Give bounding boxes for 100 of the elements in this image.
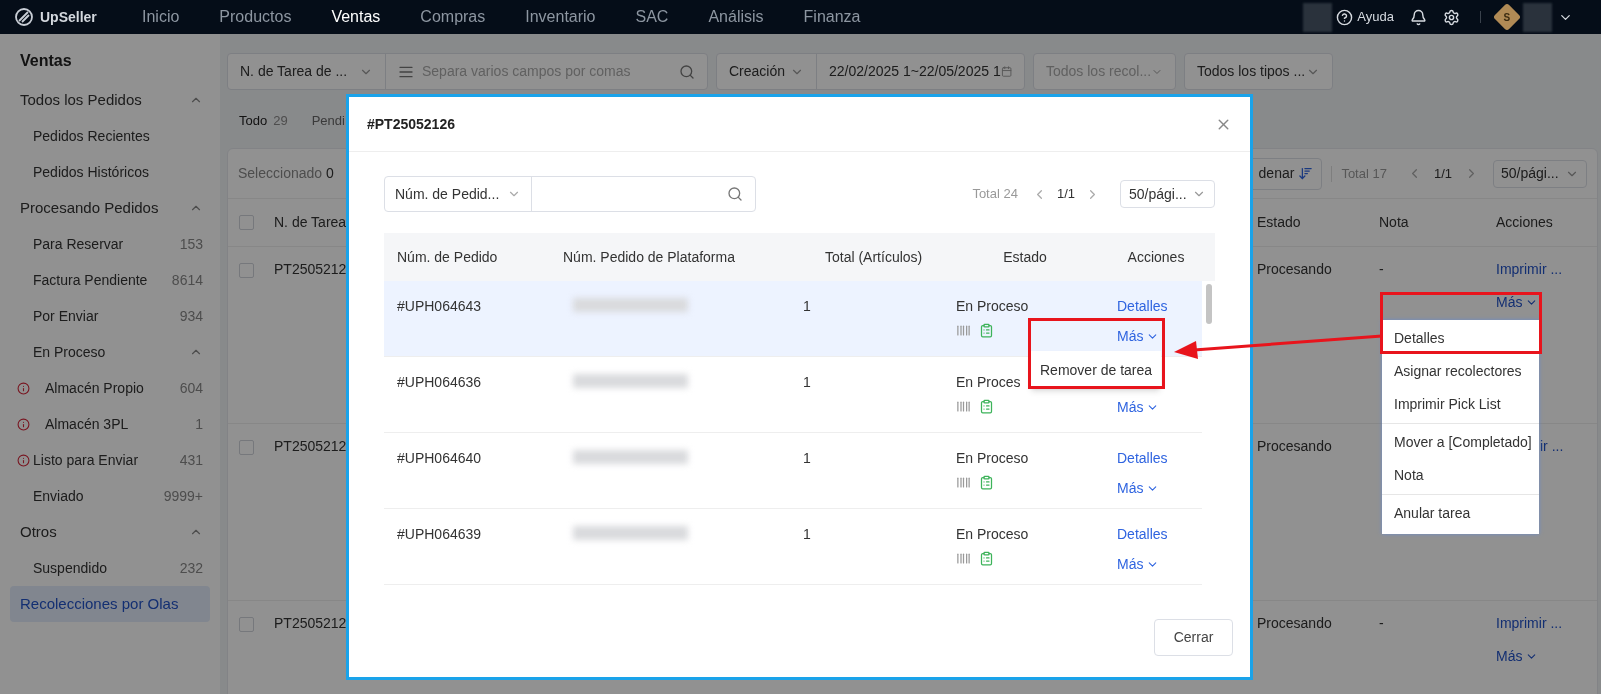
more-link[interactable]: Más: [1496, 292, 1539, 313]
nav-tab[interactable]: Inicio: [142, 5, 180, 29]
nav-tab[interactable]: Ventas: [331, 5, 381, 29]
status-text: En Proceso: [956, 525, 1030, 544]
row-checkbox[interactable]: [239, 263, 254, 278]
total-count: Total 17: [1341, 164, 1387, 183]
sidebar-item[interactable]: Recolecciones por Olas: [10, 586, 210, 622]
logo-icon: [14, 7, 34, 27]
row-checkbox[interactable]: [239, 215, 254, 230]
sidebar-group[interactable]: Procesando Pedidos: [0, 190, 220, 226]
page-size-select[interactable]: 50/pági...: [1493, 159, 1587, 188]
details-link[interactable]: Detalles: [1117, 448, 1168, 469]
logo-text: UpSeller: [40, 7, 97, 27]
table-cell-text: #UPH064636: [396, 373, 483, 392]
bell-icon[interactable]: [1410, 8, 1427, 26]
details-link[interactable]: Detalles: [1117, 296, 1168, 317]
print-link[interactable]: Imprimir ...: [1496, 259, 1563, 280]
table-cell-text: 1: [802, 297, 812, 316]
status-text: En Proces: [956, 373, 1022, 392]
search-icon: [679, 63, 695, 80]
sidebar-title: Ventas: [19, 51, 73, 71]
details-link[interactable]: Detalles: [1117, 524, 1168, 545]
table-cell-text: PT2505212: [274, 614, 348, 633]
more-link[interactable]: Más: [1117, 478, 1160, 499]
barcode-icon: [956, 399, 971, 414]
sidebar-group[interactable]: En Proceso: [0, 334, 220, 370]
sidebar-item[interactable]: Enviado 9999+: [0, 478, 220, 514]
sidebar-group[interactable]: Todos los Pedidos: [0, 82, 220, 118]
column-header: Acciones: [1496, 213, 1554, 232]
settings-icon[interactable]: [1443, 8, 1460, 26]
filter-select[interactable]: Todos los tipos ...: [1185, 54, 1332, 89]
nav-tab[interactable]: Análisis: [708, 5, 764, 29]
sidebar-item[interactable]: Por Enviar 934: [0, 298, 220, 334]
close-button[interactable]: Cerrar: [1154, 619, 1233, 656]
sidebar-item[interactable]: Pedidos Históricos: [0, 154, 220, 190]
search-icon: [727, 186, 743, 202]
row-checkbox[interactable]: [239, 617, 254, 632]
help-icon: [1336, 8, 1354, 26]
nav-tab[interactable]: Finanza: [803, 5, 861, 29]
help-link[interactable]: Ayuda: [1336, 7, 1394, 27]
avatar-badge[interactable]: S: [1492, 2, 1522, 32]
more-link[interactable]: Más: [1117, 397, 1160, 418]
status-text: En Proceso: [956, 449, 1030, 468]
table-cell-text: 1: [802, 525, 812, 544]
sidebar-item[interactable]: Almacén Propio 604: [0, 370, 220, 406]
print-link[interactable]: Imprimir ...: [1496, 613, 1563, 634]
menu-item[interactable]: Nota: [1382, 459, 1539, 492]
status-text: En Proceso: [956, 297, 1030, 316]
nav-tab[interactable]: Inventario: [525, 5, 596, 29]
table-cell-text: Procesando: [1257, 614, 1333, 633]
clipboard-icon: [979, 323, 994, 338]
sort-icon: [1298, 166, 1314, 181]
table-cell-text: #UPH064639: [396, 525, 483, 544]
scrollbar[interactable]: [1205, 284, 1212, 324]
barcode-icon: [956, 323, 971, 338]
filter-select[interactable]: N. de Tarea de ...: [228, 54, 385, 89]
menu-item[interactable]: Mover a [Completado]: [1382, 426, 1539, 459]
table-cell: -: [1379, 615, 1384, 631]
table-cell: -: [1379, 261, 1384, 277]
barcode-icon: [956, 475, 971, 490]
status-tab[interactable]: Todo 29: [239, 111, 288, 131]
column-header: N. de Tarea: [274, 213, 348, 232]
search-field[interactable]: Núm. de Pedid...: [384, 176, 756, 212]
sidebar-item[interactable]: Almacén 3PL 1: [0, 406, 220, 442]
table-cell-text: #UPH064640: [396, 449, 483, 468]
nav-tab[interactable]: Compras: [420, 5, 486, 29]
barcode-icon: [956, 551, 971, 566]
clipboard-icon: [979, 399, 994, 414]
total-count: Total 24: [972, 185, 1018, 204]
warning-icon: [17, 417, 30, 431]
page-indicator: 1/1: [1056, 185, 1075, 204]
sidebar-item[interactable]: Factura Pendiente 8614: [0, 262, 220, 298]
filter-select[interactable]: Creación: [717, 54, 816, 89]
sidebar-item[interactable]: Suspendido 232: [0, 550, 220, 586]
nav-tab[interactable]: Productos: [219, 5, 292, 29]
table-cell-text: #UPH064643: [396, 297, 483, 316]
more-link[interactable]: Más: [1117, 554, 1160, 575]
menu-item[interactable]: Anular tarea: [1382, 497, 1539, 530]
column-header: Nota: [1379, 213, 1410, 232]
nav-tab[interactable]: SAC: [635, 5, 669, 29]
sidebar-item[interactable]: Pedidos Recientes: [0, 118, 220, 154]
status-tab[interactable]: Pendi: [311, 111, 345, 131]
menu-item[interactable]: Imprimir Pick List: [1382, 388, 1539, 421]
column-header: Núm. Pedido de Plataforma: [562, 247, 736, 267]
sidebar-item[interactable]: Para Reservar 153: [0, 226, 220, 262]
column-header: Estado: [1002, 247, 1048, 267]
table-cell-text: 1: [802, 449, 812, 468]
column-header: Acciones: [1126, 247, 1186, 267]
sidebar-group[interactable]: Otros: [0, 514, 220, 550]
row-checkbox[interactable]: [239, 440, 254, 455]
menu-item[interactable]: Asignar recolectores: [1382, 355, 1539, 388]
column-header: Núm. de Pedido: [396, 247, 499, 267]
sidebar-item[interactable]: Listo para Enviar 431: [0, 442, 220, 478]
warning-icon: [17, 381, 30, 395]
clipboard-icon: [979, 551, 994, 566]
table-cell-text: 1: [802, 373, 812, 392]
more-link[interactable]: Más: [1117, 326, 1160, 347]
date-range-field[interactable]: 22/02/2025 1~22/05/2025 1: [816, 54, 1024, 89]
page-size-select[interactable]: 50/pági...: [1120, 180, 1215, 208]
more-link[interactable]: Más: [1496, 646, 1539, 667]
